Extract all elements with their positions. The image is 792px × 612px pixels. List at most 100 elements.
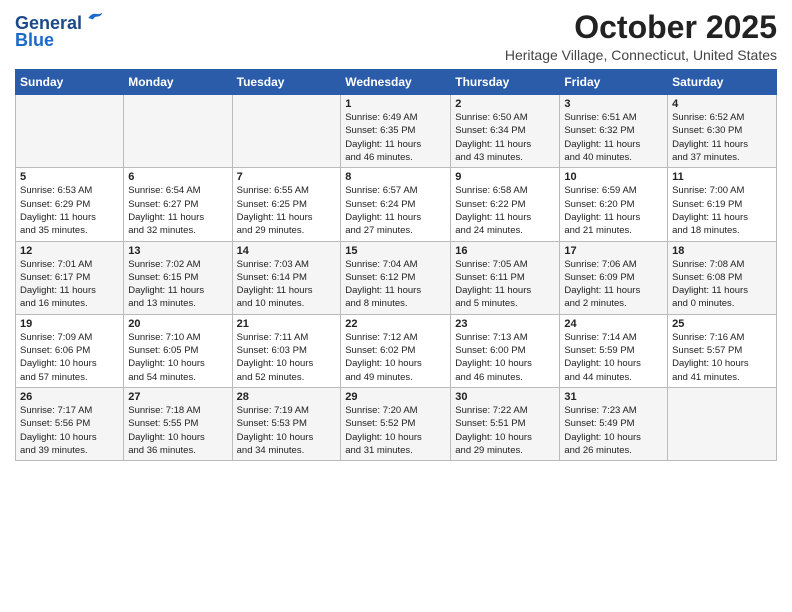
location-subtitle: Heritage Village, Connecticut, United St…	[505, 47, 777, 63]
month-title: October 2025	[505, 10, 777, 45]
calendar-header-row: Sunday Monday Tuesday Wednesday Thursday…	[16, 70, 777, 95]
table-row: 20Sunrise: 7:10 AM Sunset: 6:05 PM Dayli…	[124, 314, 232, 387]
day-info: Sunrise: 7:10 AM Sunset: 6:05 PM Dayligh…	[128, 331, 227, 384]
day-number: 7	[237, 171, 337, 183]
day-info: Sunrise: 7:03 AM Sunset: 6:14 PM Dayligh…	[237, 258, 337, 311]
col-friday: Friday	[560, 70, 668, 95]
day-number: 22	[345, 318, 446, 330]
table-row: 18Sunrise: 7:08 AM Sunset: 6:08 PM Dayli…	[668, 241, 777, 314]
day-number: 14	[237, 245, 337, 257]
day-info: Sunrise: 7:06 AM Sunset: 6:09 PM Dayligh…	[564, 258, 663, 311]
day-info: Sunrise: 7:09 AM Sunset: 6:06 PM Dayligh…	[20, 331, 119, 384]
day-number: 31	[564, 391, 663, 403]
table-row	[124, 95, 232, 168]
day-number: 3	[564, 98, 663, 110]
day-info: Sunrise: 7:12 AM Sunset: 6:02 PM Dayligh…	[345, 331, 446, 384]
table-row: 17Sunrise: 7:06 AM Sunset: 6:09 PM Dayli…	[560, 241, 668, 314]
day-info: Sunrise: 7:22 AM Sunset: 5:51 PM Dayligh…	[455, 404, 555, 457]
table-row: 1Sunrise: 6:49 AM Sunset: 6:35 PM Daylig…	[341, 95, 451, 168]
day-info: Sunrise: 7:17 AM Sunset: 5:56 PM Dayligh…	[20, 404, 119, 457]
col-thursday: Thursday	[451, 70, 560, 95]
table-row: 15Sunrise: 7:04 AM Sunset: 6:12 PM Dayli…	[341, 241, 451, 314]
day-number: 4	[672, 98, 772, 110]
table-row: 6Sunrise: 6:54 AM Sunset: 6:27 PM Daylig…	[124, 168, 232, 241]
table-row: 14Sunrise: 7:03 AM Sunset: 6:14 PM Dayli…	[232, 241, 341, 314]
table-row: 13Sunrise: 7:02 AM Sunset: 6:15 PM Dayli…	[124, 241, 232, 314]
table-row: 12Sunrise: 7:01 AM Sunset: 6:17 PM Dayli…	[16, 241, 124, 314]
table-row: 26Sunrise: 7:17 AM Sunset: 5:56 PM Dayli…	[16, 387, 124, 460]
table-row: 29Sunrise: 7:20 AM Sunset: 5:52 PM Dayli…	[341, 387, 451, 460]
logo-bird-icon	[85, 8, 105, 28]
table-row: 16Sunrise: 7:05 AM Sunset: 6:11 PM Dayli…	[451, 241, 560, 314]
day-info: Sunrise: 7:18 AM Sunset: 5:55 PM Dayligh…	[128, 404, 227, 457]
day-info: Sunrise: 7:19 AM Sunset: 5:53 PM Dayligh…	[237, 404, 337, 457]
day-info: Sunrise: 7:20 AM Sunset: 5:52 PM Dayligh…	[345, 404, 446, 457]
table-row: 21Sunrise: 7:11 AM Sunset: 6:03 PM Dayli…	[232, 314, 341, 387]
day-number: 13	[128, 245, 227, 257]
day-info: Sunrise: 7:00 AM Sunset: 6:19 PM Dayligh…	[672, 184, 772, 237]
day-info: Sunrise: 7:16 AM Sunset: 5:57 PM Dayligh…	[672, 331, 772, 384]
day-number: 12	[20, 245, 119, 257]
col-monday: Monday	[124, 70, 232, 95]
day-number: 30	[455, 391, 555, 403]
table-row: 8Sunrise: 6:57 AM Sunset: 6:24 PM Daylig…	[341, 168, 451, 241]
day-info: Sunrise: 7:02 AM Sunset: 6:15 PM Dayligh…	[128, 258, 227, 311]
day-number: 10	[564, 171, 663, 183]
day-number: 17	[564, 245, 663, 257]
table-row: 24Sunrise: 7:14 AM Sunset: 5:59 PM Dayli…	[560, 314, 668, 387]
day-number: 2	[455, 98, 555, 110]
header: General Blue October 2025 Heritage Villa…	[15, 10, 777, 63]
table-row: 7Sunrise: 6:55 AM Sunset: 6:25 PM Daylig…	[232, 168, 341, 241]
table-row: 11Sunrise: 7:00 AM Sunset: 6:19 PM Dayli…	[668, 168, 777, 241]
col-sunday: Sunday	[16, 70, 124, 95]
table-row: 3Sunrise: 6:51 AM Sunset: 6:32 PM Daylig…	[560, 95, 668, 168]
table-row: 23Sunrise: 7:13 AM Sunset: 6:00 PM Dayli…	[451, 314, 560, 387]
day-number: 16	[455, 245, 555, 257]
day-info: Sunrise: 7:04 AM Sunset: 6:12 PM Dayligh…	[345, 258, 446, 311]
day-info: Sunrise: 6:54 AM Sunset: 6:27 PM Dayligh…	[128, 184, 227, 237]
day-number: 15	[345, 245, 446, 257]
day-number: 27	[128, 391, 227, 403]
day-info: Sunrise: 6:57 AM Sunset: 6:24 PM Dayligh…	[345, 184, 446, 237]
table-row: 2Sunrise: 6:50 AM Sunset: 6:34 PM Daylig…	[451, 95, 560, 168]
day-number: 24	[564, 318, 663, 330]
table-row: 30Sunrise: 7:22 AM Sunset: 5:51 PM Dayli…	[451, 387, 560, 460]
day-info: Sunrise: 6:50 AM Sunset: 6:34 PM Dayligh…	[455, 111, 555, 164]
day-info: Sunrise: 7:13 AM Sunset: 6:00 PM Dayligh…	[455, 331, 555, 384]
day-info: Sunrise: 7:05 AM Sunset: 6:11 PM Dayligh…	[455, 258, 555, 311]
day-number: 1	[345, 98, 446, 110]
table-row: 31Sunrise: 7:23 AM Sunset: 5:49 PM Dayli…	[560, 387, 668, 460]
title-block: October 2025 Heritage Village, Connectic…	[505, 10, 777, 63]
day-number: 18	[672, 245, 772, 257]
logo: General Blue	[15, 14, 105, 51]
day-number: 21	[237, 318, 337, 330]
table-row: 28Sunrise: 7:19 AM Sunset: 5:53 PM Dayli…	[232, 387, 341, 460]
day-info: Sunrise: 6:59 AM Sunset: 6:20 PM Dayligh…	[564, 184, 663, 237]
day-info: Sunrise: 7:08 AM Sunset: 6:08 PM Dayligh…	[672, 258, 772, 311]
day-number: 20	[128, 318, 227, 330]
day-number: 29	[345, 391, 446, 403]
table-row: 4Sunrise: 6:52 AM Sunset: 6:30 PM Daylig…	[668, 95, 777, 168]
day-info: Sunrise: 7:14 AM Sunset: 5:59 PM Dayligh…	[564, 331, 663, 384]
day-info: Sunrise: 6:49 AM Sunset: 6:35 PM Dayligh…	[345, 111, 446, 164]
day-number: 26	[20, 391, 119, 403]
table-row	[232, 95, 341, 168]
table-row: 22Sunrise: 7:12 AM Sunset: 6:02 PM Dayli…	[341, 314, 451, 387]
table-row: 9Sunrise: 6:58 AM Sunset: 6:22 PM Daylig…	[451, 168, 560, 241]
day-number: 25	[672, 318, 772, 330]
day-info: Sunrise: 7:01 AM Sunset: 6:17 PM Dayligh…	[20, 258, 119, 311]
day-number: 23	[455, 318, 555, 330]
table-row	[16, 95, 124, 168]
day-info: Sunrise: 6:52 AM Sunset: 6:30 PM Dayligh…	[672, 111, 772, 164]
day-number: 19	[20, 318, 119, 330]
day-info: Sunrise: 6:58 AM Sunset: 6:22 PM Dayligh…	[455, 184, 555, 237]
day-number: 8	[345, 171, 446, 183]
day-info: Sunrise: 6:51 AM Sunset: 6:32 PM Dayligh…	[564, 111, 663, 164]
day-info: Sunrise: 7:11 AM Sunset: 6:03 PM Dayligh…	[237, 331, 337, 384]
day-info: Sunrise: 6:53 AM Sunset: 6:29 PM Dayligh…	[20, 184, 119, 237]
col-tuesday: Tuesday	[232, 70, 341, 95]
table-row: 10Sunrise: 6:59 AM Sunset: 6:20 PM Dayli…	[560, 168, 668, 241]
table-row: 19Sunrise: 7:09 AM Sunset: 6:06 PM Dayli…	[16, 314, 124, 387]
day-info: Sunrise: 7:23 AM Sunset: 5:49 PM Dayligh…	[564, 404, 663, 457]
day-number: 5	[20, 171, 119, 183]
